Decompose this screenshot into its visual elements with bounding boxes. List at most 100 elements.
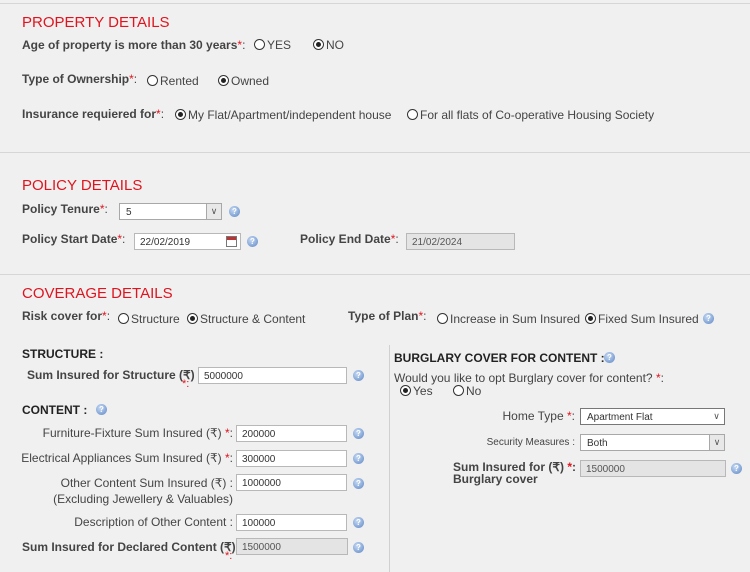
home-type-label: Home Type bbox=[502, 409, 564, 423]
help-icon[interactable]: ? bbox=[353, 478, 364, 489]
radio-label: Yes bbox=[413, 384, 433, 398]
help-icon[interactable]: ? bbox=[353, 428, 364, 439]
select-value: Apartment Flat bbox=[587, 412, 653, 423]
plan-type-label: Type of Plan bbox=[348, 309, 419, 323]
required-mark: * bbox=[102, 309, 107, 323]
radio-icon bbox=[147, 75, 158, 86]
burglary-question: Would you like to opt Burglary cover for… bbox=[394, 371, 653, 385]
help-icon[interactable]: ? bbox=[229, 206, 240, 217]
radio-insurance-own-flat[interactable]: My Flat/Apartment/independent house bbox=[175, 108, 391, 122]
radio-label: For all flats of Co-operative Housing So… bbox=[420, 108, 655, 122]
other-content-sum-input[interactable]: 1000000 bbox=[236, 474, 347, 491]
radio-label: NO bbox=[326, 38, 344, 52]
required-mark: * bbox=[156, 107, 161, 121]
help-icon[interactable]: ? bbox=[353, 453, 364, 464]
required-mark: * bbox=[237, 38, 243, 52]
burglary-sum-input[interactable]: 1500000 bbox=[580, 460, 726, 477]
input-value: 100000 bbox=[242, 518, 276, 529]
section-title-property: PROPERTY DETAILS bbox=[22, 14, 170, 31]
radio-label: Structure bbox=[131, 312, 180, 326]
structure-sum-input[interactable]: 5000000 bbox=[198, 367, 347, 384]
input-value: 5000000 bbox=[204, 371, 243, 382]
tenure-label: Policy Tenure bbox=[22, 202, 100, 216]
required-mark: *: bbox=[225, 550, 233, 562]
insurance-label: Insurance requiered for bbox=[22, 107, 157, 121]
end-date-label: Policy End Date bbox=[300, 232, 391, 246]
radio-icon bbox=[453, 385, 464, 396]
other-content-label: Other Content Sum Insured (₹) : bbox=[60, 476, 233, 490]
required-mark: * bbox=[655, 371, 661, 385]
radio-icon bbox=[313, 39, 324, 50]
radio-label: Fixed Sum Insured bbox=[598, 312, 699, 326]
help-icon[interactable]: ? bbox=[353, 370, 364, 381]
radio-plan-fixed[interactable]: Fixed Sum Insured bbox=[585, 312, 699, 326]
column-divider bbox=[389, 345, 390, 572]
structure-heading: STRUCTURE : bbox=[22, 347, 104, 361]
chevron-down-icon: ∨ bbox=[206, 204, 221, 219]
policy-tenure-select[interactable]: 5 ∨ bbox=[119, 203, 222, 220]
required-mark: * bbox=[418, 309, 424, 323]
burglary-sum-label-line2: Burglary cover bbox=[453, 472, 538, 486]
furniture-sum-input[interactable]: 200000 bbox=[236, 425, 347, 442]
radio-risk-structure-content[interactable]: Structure & Content bbox=[187, 312, 305, 326]
help-icon[interactable]: ? bbox=[703, 313, 714, 324]
input-value: 1500000 bbox=[242, 542, 281, 553]
structure-sum-label: Sum Insured for Structure (₹) bbox=[27, 368, 195, 382]
help-icon[interactable]: ? bbox=[731, 463, 742, 474]
required-mark: * bbox=[567, 460, 572, 474]
required-mark: * bbox=[566, 409, 572, 423]
security-measures-label: Security Measures : bbox=[486, 437, 575, 448]
radio-ownership-owned[interactable]: Owned bbox=[218, 74, 269, 88]
help-icon[interactable]: ? bbox=[353, 517, 364, 528]
home-type-select[interactable]: Apartment Flat ∨ bbox=[580, 408, 725, 425]
required-mark: * bbox=[224, 451, 230, 465]
radio-icon bbox=[175, 109, 186, 120]
furniture-label: Furniture-Fixture Sum Insured (₹) bbox=[42, 426, 222, 440]
help-icon[interactable]: ? bbox=[96, 404, 107, 415]
required-mark: *: bbox=[182, 378, 190, 390]
select-value: 5 bbox=[126, 207, 132, 218]
policy-end-date-input[interactable]: 21/02/2024 bbox=[406, 233, 515, 250]
help-icon[interactable]: ? bbox=[247, 236, 258, 247]
required-mark: * bbox=[99, 202, 105, 216]
electrical-sum-input[interactable]: 300000 bbox=[236, 450, 347, 467]
radio-label: Owned bbox=[231, 74, 270, 88]
description-input[interactable]: 100000 bbox=[236, 514, 347, 531]
top-divider bbox=[0, 3, 750, 4]
security-measures-select[interactable]: Both ∨ bbox=[580, 434, 725, 451]
section-title-coverage: COVERAGE DETAILS bbox=[22, 285, 173, 302]
radio-age-yes[interactable]: YES bbox=[254, 38, 291, 52]
description-label: Description of Other Content : bbox=[74, 515, 233, 529]
radio-insurance-society[interactable]: For all flats of Co-operative Housing So… bbox=[407, 108, 654, 122]
radio-risk-structure[interactable]: Structure bbox=[118, 312, 180, 326]
electrical-label: Electrical Appliances Sum Insured (₹) bbox=[21, 451, 222, 465]
select-value: Both bbox=[587, 438, 608, 449]
help-icon[interactable]: ? bbox=[604, 352, 615, 363]
radio-age-no[interactable]: NO bbox=[313, 38, 344, 52]
radio-label: Rented bbox=[160, 74, 199, 88]
input-value: 300000 bbox=[242, 454, 276, 465]
content-heading: CONTENT : bbox=[22, 403, 88, 417]
radio-icon bbox=[118, 313, 129, 324]
radio-burglary-yes[interactable]: Yes bbox=[400, 384, 433, 398]
radio-burglary-no[interactable]: No bbox=[453, 384, 481, 398]
radio-icon bbox=[254, 39, 265, 50]
help-icon[interactable]: ? bbox=[353, 542, 364, 553]
radio-label: YES bbox=[267, 38, 292, 52]
declared-content-input[interactable]: 1500000 bbox=[236, 538, 348, 555]
calendar-icon[interactable] bbox=[226, 236, 237, 247]
radio-label: Increase in Sum Insured bbox=[450, 312, 581, 326]
radio-icon bbox=[437, 313, 448, 324]
radio-icon bbox=[400, 385, 411, 396]
radio-plan-increase[interactable]: Increase in Sum Insured bbox=[437, 312, 580, 326]
radio-icon bbox=[585, 313, 596, 324]
section-divider bbox=[0, 152, 750, 153]
policy-start-date-input[interactable]: 22/02/2019 bbox=[134, 233, 241, 250]
risk-cover-label: Risk cover for bbox=[22, 309, 103, 323]
ownership-label: Type of Ownership bbox=[22, 72, 130, 86]
declared-content-label: Sum Insured for Declared Content (₹) bbox=[22, 540, 236, 554]
radio-ownership-rented[interactable]: Rented bbox=[147, 74, 199, 88]
section-title-policy: POLICY DETAILS bbox=[22, 177, 143, 194]
input-value: 1000000 bbox=[242, 478, 281, 489]
radio-label: My Flat/Apartment/independent house bbox=[188, 108, 392, 122]
